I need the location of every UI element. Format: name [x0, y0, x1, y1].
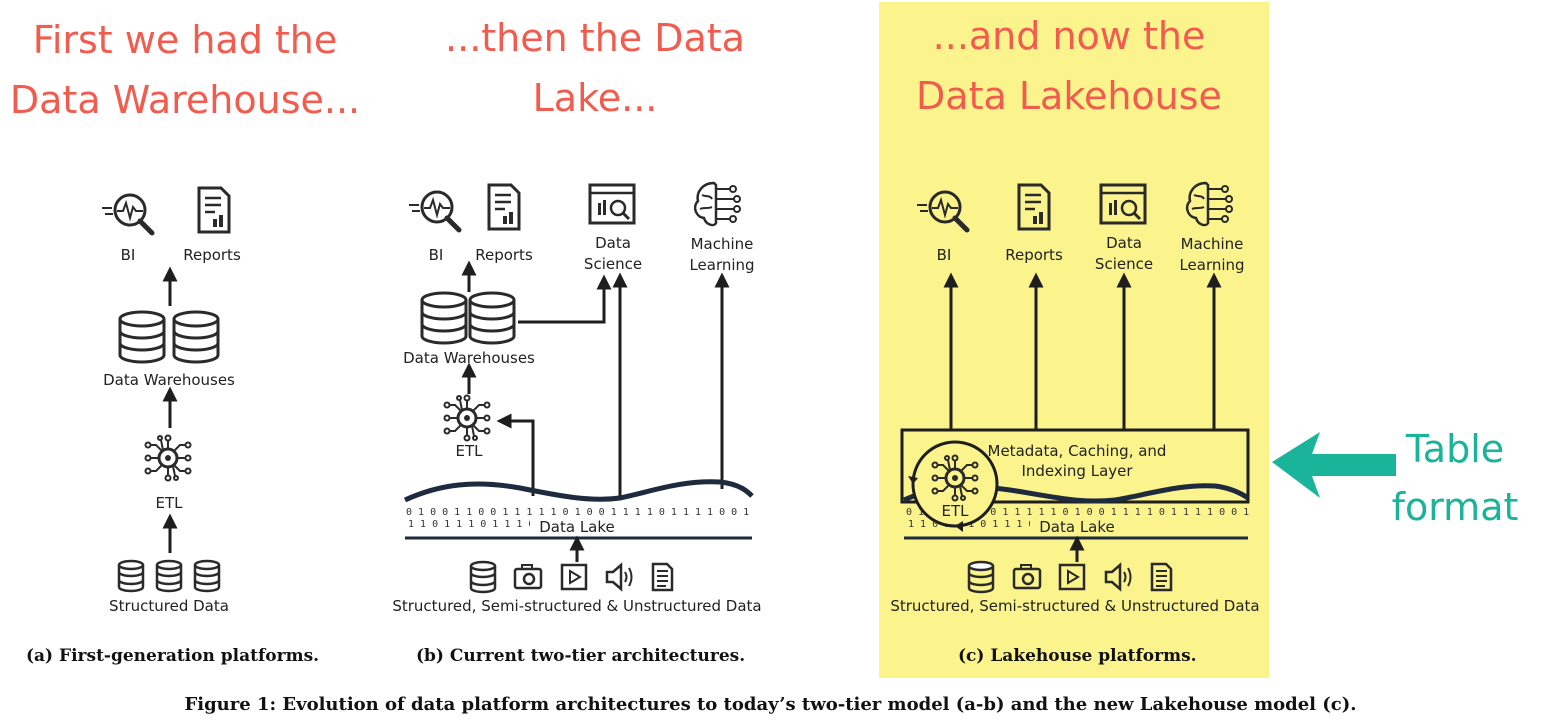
label-data-lake: Data Lake [539, 518, 615, 536]
text-file-icon [1150, 562, 1173, 592]
label-machine-learning-1: Machine [691, 235, 754, 253]
label-etl: ETL [156, 494, 184, 512]
caption-a: (a) First-generation platforms. [26, 646, 320, 666]
database-icon [468, 291, 516, 345]
label-reports: Reports [475, 246, 533, 264]
reports-document-icon [1017, 183, 1051, 231]
diagram-b: BI Reports Data Science Machine Learning… [392, 181, 762, 615]
table-format-annotation: Table format [1380, 420, 1530, 536]
label-bi: BI [121, 246, 136, 264]
reports-document-icon [197, 186, 231, 234]
label-machine-learning-2: Learning [689, 256, 754, 274]
label-machine-learning-1: Machine [1181, 235, 1244, 253]
table-format-line2: format [1391, 485, 1519, 529]
label-data-warehouses: Data Warehouses [403, 349, 535, 367]
label-bi: BI [937, 246, 952, 264]
architecture-diagrams: BI Reports Data Warehouses ETL Structure… [0, 181, 1396, 615]
database-icon [420, 291, 468, 345]
database-icon [117, 559, 145, 593]
label-all-data: Structured, Semi-structured & Unstructur… [392, 597, 761, 615]
database-icon [118, 310, 166, 364]
table-format-arrow [1272, 432, 1396, 498]
label-data-science-1: Data [1106, 234, 1142, 252]
label-etl: ETL [942, 502, 970, 520]
caption-c: (c) Lakehouse platforms. [958, 646, 1197, 666]
camera-icon [1012, 563, 1042, 590]
diagram-a: BI Reports Data Warehouses ETL Structure… [102, 186, 241, 615]
label-etl: ETL [456, 442, 484, 460]
etl-chip-icon [144, 434, 192, 482]
figure-caption: Figure 1: Evolution of data platform arc… [184, 694, 1357, 715]
reports-document-icon [487, 183, 521, 231]
data-lake-surface [403, 479, 754, 503]
label-metadata-1: Metadata, Caching, and [988, 442, 1167, 460]
audio-icon [605, 563, 633, 591]
text-file-icon [651, 562, 674, 592]
database-icon [172, 310, 220, 364]
label-reports: Reports [183, 246, 241, 264]
label-machine-learning-2: Learning [1179, 256, 1244, 274]
arrow-warehouse-to-data-science [518, 274, 612, 324]
figure-page: First we had the Data Warehouse... ...th… [0, 0, 1541, 727]
label-data-science-2: Science [584, 255, 642, 273]
machine-learning-brain-icon [693, 181, 742, 227]
database-icon [967, 560, 995, 594]
machine-learning-brain-icon [1185, 181, 1234, 227]
database-icon [469, 560, 497, 594]
bi-magnifier-icon [102, 195, 152, 233]
label-data-warehouses: Data Warehouses [103, 371, 235, 389]
label-data-science-1: Data [595, 234, 631, 252]
database-icon [155, 559, 183, 593]
binary-pattern: 0 1 0 0 1 1 0 0 1 1 1 1 1 0 1 0 0 1 1 1 … [406, 507, 749, 518]
bi-magnifier-icon [917, 192, 967, 230]
label-all-data: Structured, Semi-structured & Unstructur… [890, 597, 1259, 615]
bi-magnifier-icon [409, 192, 459, 230]
label-bi: BI [429, 246, 444, 264]
data-science-window-icon [588, 183, 636, 225]
label-reports: Reports [1005, 246, 1063, 264]
label-metadata-2: Indexing Layer [1021, 462, 1133, 480]
camera-icon [513, 563, 543, 590]
label-data-science-2: Science [1095, 255, 1153, 273]
audio-icon [1104, 563, 1132, 591]
play-icon [560, 563, 588, 591]
label-data-lake: Data Lake [1039, 518, 1115, 536]
diagram-c: BI Reports Data Science Machine Learning… [890, 181, 1260, 615]
etl-chip-icon [443, 394, 491, 442]
caption-b: (b) Current two-tier architectures. [416, 646, 746, 666]
label-structured-data: Structured Data [109, 597, 229, 615]
database-icon [193, 559, 221, 593]
table-format-line1: Table [1405, 427, 1505, 471]
data-science-window-icon [1099, 183, 1147, 225]
play-icon [1058, 563, 1086, 591]
